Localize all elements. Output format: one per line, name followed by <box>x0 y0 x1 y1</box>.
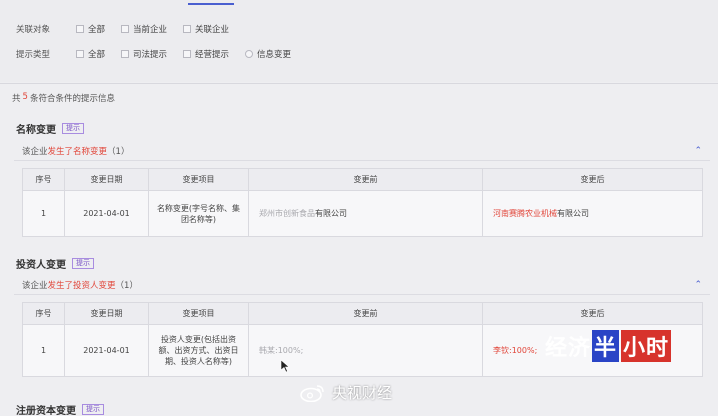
filter-row-related: 关联对象 全部 当前企业 关联企业 <box>16 22 245 36</box>
broadcaster-watermark-logo: 经济 半 小时 <box>545 330 672 362</box>
count-prefix: 共 <box>12 94 21 104</box>
section-title-text: 注册资本变更 <box>16 406 76 416</box>
section-title-text: 名称变更 <box>16 125 56 136</box>
after-highlight: 河南赛腾农业机械 <box>493 209 557 218</box>
subsection-text: 该企业发生了投资人变更（1） <box>22 279 138 291</box>
header-before: 变更前 <box>248 302 483 325</box>
checkbox-icon <box>121 25 130 33</box>
page: 关联对象 全部 当前企业 关联企业 提示类型 全部 司法提示 经营提示 信息变更… <box>0 0 718 416</box>
filter-option-all[interactable]: 全部 <box>76 23 105 35</box>
option-label: 信息变更 <box>257 50 292 60</box>
section-title-name-change: 名称变更 提示 <box>16 121 84 136</box>
option-label: 全部 <box>88 50 106 60</box>
sub-highlight: 发生了名称变更 <box>47 146 108 157</box>
sub-count: （1） <box>115 280 138 291</box>
header-after: 变更后 <box>482 168 703 191</box>
filter-option-current[interactable]: 当前企业 <box>121 23 167 35</box>
header-index: 序号 <box>22 168 65 191</box>
divider <box>0 83 718 84</box>
filter-option-all[interactable]: 全部 <box>76 48 105 60</box>
active-tab-indicator <box>188 3 234 5</box>
radio-icon <box>245 50 254 58</box>
chevron-up-icon[interactable]: ⌃ <box>694 146 702 156</box>
header-before: 变更前 <box>248 168 483 191</box>
watermark-part3: 小时 <box>621 330 672 362</box>
before-blurred: 郑州市创新食品 <box>259 209 315 218</box>
sub-prefix: 该企业 <box>22 280 48 291</box>
header-after: 变更后 <box>482 302 703 325</box>
sub-count: （1） <box>107 146 130 157</box>
header-item: 变更项目 <box>148 302 249 325</box>
name-change-table: 序号 变更日期 变更项目 变更前 变更后 1 2021-04-01 名称变更(字… <box>22 168 703 237</box>
hint-tag[interactable]: 提示 <box>72 258 94 269</box>
before-blurred: 韩某:100%; <box>259 346 304 355</box>
sub-prefix: 该企业 <box>22 146 48 157</box>
table-header-row: 序号 变更日期 变更项目 变更前 变更后 <box>22 168 703 191</box>
result-count: 共 5 条符合条件的提示信息 <box>12 92 115 104</box>
mouse-cursor-icon <box>281 360 290 373</box>
cell-date: 2021-04-01 <box>64 190 149 237</box>
table-row: 1 2021-04-01 名称变更(字号名称、集团名称等) 郑州市创新食品有限公… <box>22 190 703 237</box>
option-label: 全部 <box>88 25 106 35</box>
hint-tag[interactable]: 提示 <box>82 404 104 415</box>
filter-option-related[interactable]: 关联企业 <box>183 23 229 35</box>
weibo-watermark: 央视财经 <box>300 382 392 403</box>
weibo-icon <box>300 384 324 402</box>
watermark-part2: 半 <box>592 330 620 362</box>
checkbox-icon <box>121 50 130 58</box>
option-label: 经营提示 <box>195 50 230 60</box>
cell-index: 1 <box>22 190 65 237</box>
option-label: 关联企业 <box>195 25 230 35</box>
header-item: 变更项目 <box>148 168 249 191</box>
before-rest: 有限公司 <box>315 209 347 218</box>
filter-option-info-change[interactable]: 信息变更 <box>245 48 291 60</box>
cell-date: 2021-04-01 <box>64 324 149 377</box>
after-rest: 有限公司 <box>557 209 589 218</box>
header-date: 变更日期 <box>64 302 149 325</box>
weibo-text: 央视财经 <box>332 384 393 402</box>
watermark-part1: 经济 <box>545 336 592 361</box>
option-label: 当前企业 <box>133 25 168 35</box>
filter-option-judicial[interactable]: 司法提示 <box>121 48 167 60</box>
filter-row-prompt-type: 提示类型 全部 司法提示 经营提示 信息变更 <box>16 47 307 61</box>
cell-before: 郑州市创新食品有限公司 <box>248 190 483 237</box>
checkbox-icon <box>183 50 192 58</box>
subsection-text: 该企业发生了名称变更（1） <box>22 145 129 157</box>
filter-label: 提示类型 <box>16 50 51 60</box>
cell-item: 投资人变更(包括出资额、出资方式、出资日期、投资人名称等) <box>148 324 249 377</box>
option-label: 司法提示 <box>133 50 168 60</box>
cell-item: 名称变更(字号名称、集团名称等) <box>148 190 249 237</box>
subsection-bar-investor-change[interactable]: 该企业发生了投资人变更（1） ⌃ <box>14 275 710 295</box>
count-suffix: 条符合条件的提示信息 <box>29 94 115 104</box>
subsection-bar-name-change[interactable]: 该企业发生了名称变更（1） ⌃ <box>14 141 710 161</box>
after-highlight: 李钦:100%; <box>493 346 538 355</box>
checkbox-icon <box>183 25 192 33</box>
header-date: 变更日期 <box>64 168 149 191</box>
checkbox-icon <box>76 25 84 33</box>
hint-tag[interactable]: 提示 <box>62 123 84 134</box>
checkbox-icon <box>76 50 84 58</box>
count-number: 5 <box>22 92 28 102</box>
sub-highlight: 发生了投资人变更 <box>47 280 116 291</box>
section-title-investor-change: 投资人变更 提示 <box>16 256 94 271</box>
cell-index: 1 <box>22 324 65 377</box>
header-index: 序号 <box>22 302 65 325</box>
cell-after: 河南赛腾农业机械有限公司 <box>482 190 703 237</box>
filter-label: 关联对象 <box>16 25 51 35</box>
section-title-capital-change: 注册资本变更 提示 <box>16 402 104 416</box>
chevron-up-icon[interactable]: ⌃ <box>694 280 702 290</box>
filter-option-business[interactable]: 经营提示 <box>183 48 229 60</box>
section-title-text: 投资人变更 <box>16 260 66 271</box>
table-header-row: 序号 变更日期 变更项目 变更前 变更后 <box>22 302 703 325</box>
filter-area: 关联对象 全部 当前企业 关联企业 提示类型 全部 司法提示 经营提示 信息变更 <box>0 0 718 82</box>
